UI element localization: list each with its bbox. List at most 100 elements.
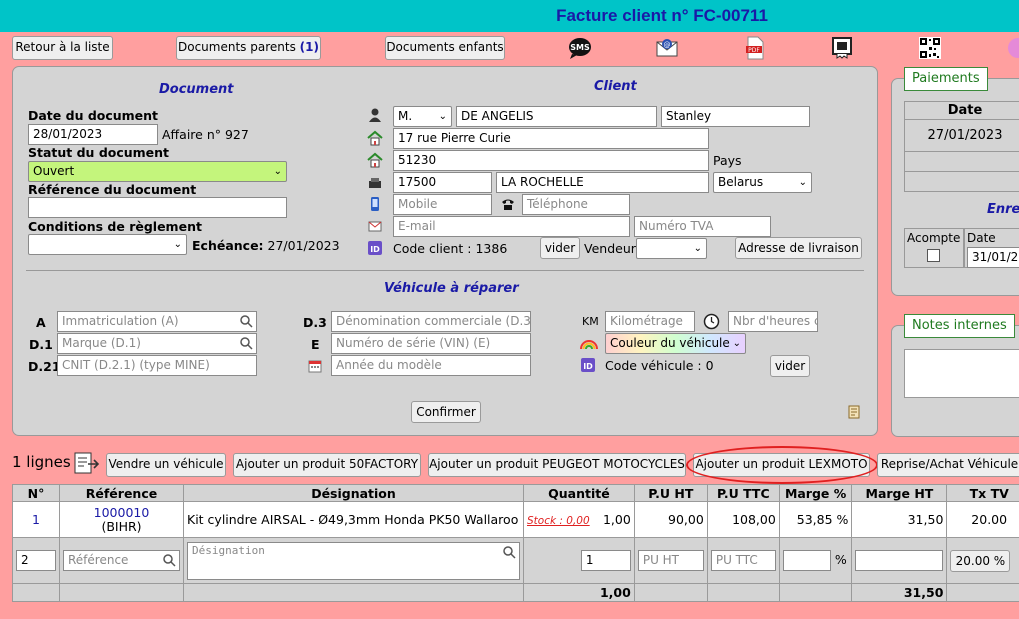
chevron-down-icon: ⌄: [798, 177, 807, 188]
child-documents-button[interactable]: Documents enfants: [385, 36, 505, 60]
search-icon[interactable]: [240, 315, 253, 328]
model-year-input[interactable]: Année du modèle: [331, 355, 531, 376]
notes-textarea[interactable]: [904, 349, 1019, 398]
new-line-designation-textarea[interactable]: Désignation: [187, 541, 520, 580]
line-reference-link[interactable]: 1000010: [63, 505, 180, 520]
civility-select[interactable]: M. ⌄: [393, 106, 452, 127]
document-reference-input[interactable]: [28, 197, 287, 218]
new-line-row: 2 Référence Désignation 1 PU HT PU TTC %…: [12, 537, 1019, 584]
back-to-list-button[interactable]: Retour à la liste: [12, 36, 113, 60]
telephone-input[interactable]: Téléphone: [522, 194, 630, 215]
vehicle-color-select[interactable]: Couleur du véhicule ⌄: [605, 333, 746, 354]
record-date-input[interactable]: 31/01/20: [967, 247, 1019, 268]
sms-icon-text: SMS: [570, 43, 590, 52]
extra-icon[interactable]: [1005, 36, 1019, 60]
document-status-label: Statut du document: [28, 145, 170, 160]
notes-tab[interactable]: Notes internes: [904, 314, 1015, 338]
totals-empty-cell: [778, 583, 853, 602]
vat-number-input[interactable]: Numéro TVA: [634, 216, 771, 237]
sell-vehicle-button[interactable]: Vendre un véhicule: [106, 453, 226, 477]
city-input[interactable]: LA ROCHELLE: [496, 172, 709, 193]
payments-date-header: Date: [905, 102, 1019, 120]
totals-empty-cell: [633, 583, 708, 602]
column-header-quantity[interactable]: Quantité: [523, 484, 635, 502]
search-icon[interactable]: [503, 545, 516, 559]
seller-select[interactable]: ⌄: [636, 238, 707, 259]
add-peugeot-product-button[interactable]: Ajouter un produit PEUGEOT MOTOCYCLES: [428, 453, 686, 477]
vehicle-code-label: Code véhicule :: [605, 358, 702, 373]
column-header-unit-price-ttc[interactable]: P.U TTC: [706, 484, 780, 502]
clear-vehicle-button[interactable]: vider: [770, 355, 810, 377]
new-line-unit-price-ttc-input[interactable]: PU TTC: [710, 550, 776, 571]
payment-conditions-select[interactable]: ⌄: [28, 234, 187, 255]
clear-client-button[interactable]: vider: [540, 237, 580, 259]
cnit-input[interactable]: CNIT (D.2.1) (type MINE): [57, 355, 257, 376]
deposit-checkbox[interactable]: [927, 249, 940, 262]
new-line-reference-input[interactable]: Référence: [63, 550, 180, 571]
new-line-unit-price-ht-cell: PU HT: [633, 537, 708, 584]
qr-code-icon[interactable]: [918, 36, 942, 60]
record-date-column: Date 31/01/20: [964, 228, 1019, 268]
svg-text:ID: ID: [370, 245, 380, 254]
export-lines-icon[interactable]: [74, 452, 100, 476]
column-header-designation[interactable]: Désignation: [183, 484, 524, 502]
chevron-down-icon: ⌄: [438, 111, 447, 122]
add-50factory-product-button[interactable]: Ajouter un produit 50FACTORY: [233, 453, 421, 477]
email-input[interactable]: E-mail: [393, 216, 630, 237]
new-line-unit-price-ht-input[interactable]: PU HT: [637, 550, 704, 571]
parent-documents-label: Documents parents: [178, 40, 296, 54]
client-firstname-input[interactable]: Stanley: [661, 106, 810, 127]
new-line-quantity-input[interactable]: 1: [580, 550, 631, 571]
vin-input[interactable]: Numéro de série (VIN) (E): [331, 333, 531, 354]
vehicle-buyback-button[interactable]: Reprise/Achat Véhicule: [877, 453, 1019, 477]
payments-tab[interactable]: Paiements: [904, 67, 988, 91]
brand-input[interactable]: Marque (D.1): [57, 333, 257, 354]
document-status-select[interactable]: Ouvert ⌄: [28, 161, 287, 182]
home-icon: [367, 130, 383, 146]
search-icon[interactable]: [163, 554, 176, 567]
delivery-address-button[interactable]: Adresse de livraison: [735, 237, 862, 259]
column-header-margin-percent[interactable]: Marge %: [778, 484, 853, 502]
client-lastname-input[interactable]: DE ANGELIS: [456, 106, 657, 127]
parent-documents-button[interactable]: Documents parents (1): [176, 36, 321, 60]
line-unit-price-ht: 90,00: [633, 501, 708, 538]
column-header-reference[interactable]: Référence: [59, 484, 184, 502]
new-line-vat-select[interactable]: 20.00 %: [950, 549, 1011, 572]
scroll-icon[interactable]: [846, 404, 862, 420]
new-line-number-input[interactable]: 2: [16, 550, 56, 571]
hours-input[interactable]: Nbr d'heures c: [728, 311, 818, 332]
clock-icon: [703, 313, 720, 330]
denomination-input[interactable]: Dénomination commerciale (D.3): [331, 311, 531, 332]
confirm-button[interactable]: Confirmer: [411, 401, 481, 423]
line-margin-ht: 31,50: [851, 501, 948, 538]
postcode-input[interactable]: 17500: [393, 172, 492, 193]
email-icon[interactable]: @: [655, 36, 679, 60]
column-header-unit-price-ht[interactable]: P.U HT: [633, 484, 708, 502]
address-line1-input[interactable]: 17 rue Pierre Curie: [393, 128, 709, 149]
brand-row-label: D.1: [29, 337, 53, 352]
payments-table: Date 27/01/2023: [904, 101, 1019, 192]
chevron-down-icon: ⌄: [732, 338, 741, 349]
column-header-margin-ht[interactable]: Marge HT: [851, 484, 948, 502]
mileage-input[interactable]: Kilométrage: [605, 311, 695, 332]
pdf-icon[interactable]: PDF: [743, 36, 767, 60]
new-line-margin-input[interactable]: [782, 550, 831, 571]
civility-value: M.: [398, 109, 413, 123]
sms-icon[interactable]: SMS: [568, 36, 592, 60]
registration-input[interactable]: Immatriculation (A): [57, 311, 257, 332]
line-number: 1: [12, 501, 60, 538]
totals-empty-cell: [183, 583, 524, 602]
document-date-input[interactable]: 28/01/2023: [28, 124, 158, 145]
stock-link[interactable]: Stock : 0,00: [527, 515, 590, 527]
column-header-vat-rate[interactable]: Tx TV: [946, 484, 1019, 502]
column-header-number[interactable]: N°: [12, 484, 60, 502]
vehicle-section-title: Véhicule à réparer: [384, 281, 519, 296]
address-line2-input[interactable]: 51230: [393, 150, 709, 171]
search-icon[interactable]: [240, 337, 253, 350]
new-line-margin-ht-input[interactable]: [855, 550, 944, 571]
receipt-icon[interactable]: [830, 36, 854, 60]
mobile-input[interactable]: Mobile: [393, 194, 492, 215]
country-select[interactable]: Belarus ⌄: [713, 172, 812, 193]
table-row[interactable]: 1 1000010 (BIHR) Kit cylindre AIRSAL - Ø…: [12, 501, 1019, 538]
new-line-reference-cell: Référence: [59, 537, 184, 584]
